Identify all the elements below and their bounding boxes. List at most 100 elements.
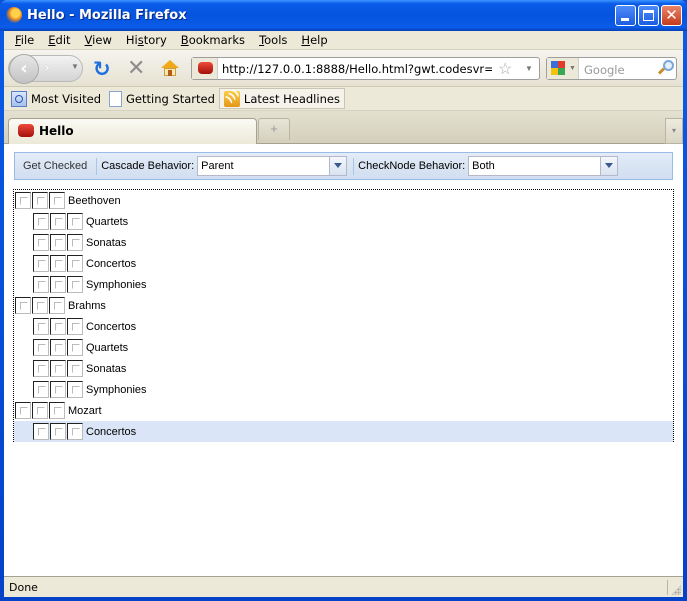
menu-file[interactable]: File — [8, 33, 41, 47]
node-checkbox[interactable] — [50, 255, 66, 272]
node-checkbox[interactable] — [32, 402, 48, 419]
node-checkbox[interactable] — [50, 318, 66, 335]
tree-node-genre[interactable]: Symphonies — [14, 379, 673, 400]
tree-node-composer[interactable]: Beethoven — [14, 190, 673, 211]
node-checkbox[interactable] — [32, 192, 48, 209]
node-checkbox[interactable] — [33, 339, 49, 356]
tree-node-genre[interactable]: Sonatas — [14, 358, 673, 379]
node-checkbox[interactable] — [33, 423, 49, 440]
chevron-down-icon: ▼ — [569, 65, 576, 72]
tree-node-genre[interactable]: Concertos — [14, 316, 673, 337]
bookmark-most-visited[interactable]: Most Visited — [7, 88, 105, 109]
tree-node-genre[interactable]: Symphonies — [14, 274, 673, 295]
toolbar-separator — [353, 157, 355, 175]
node-checkbox[interactable] — [50, 360, 66, 377]
tree-node-genre[interactable]: Quartets — [14, 337, 673, 358]
list-all-tabs-button[interactable]: ▾ — [665, 118, 683, 144]
url-bar[interactable]: http://127.0.0.1:8888/Hello.html?gwt.cod… — [191, 57, 540, 80]
bookmark-getting-started[interactable]: Getting Started — [105, 88, 219, 109]
node-checkbox[interactable] — [67, 423, 83, 440]
menu-tools[interactable]: Tools — [252, 33, 294, 47]
bookmark-latest-headlines[interactable]: Latest Headlines — [218, 88, 345, 109]
window-title: Hello - Mozilla Firefox — [27, 8, 187, 23]
menu-edit[interactable]: Edit — [41, 33, 77, 47]
node-label: Symphonies — [86, 383, 147, 396]
node-checkbox[interactable] — [33, 360, 49, 377]
node-checkbox[interactable] — [33, 213, 49, 230]
tree-node-genre[interactable]: Concertos — [14, 253, 673, 274]
title-bar[interactable]: Hello - Mozilla Firefox ✕ — [0, 0, 687, 31]
node-checkbox[interactable] — [50, 276, 66, 293]
node-label: Quartets — [86, 215, 129, 228]
node-checkbox[interactable] — [33, 255, 49, 272]
node-label: Brahms — [68, 299, 106, 312]
search-engine-button[interactable]: ▼ — [547, 58, 579, 79]
history-dropdown-button[interactable]: ▼ — [71, 62, 79, 71]
node-checkbox[interactable] — [33, 276, 49, 293]
tab-hello[interactable]: Hello — [8, 118, 257, 144]
menu-history[interactable]: History — [119, 33, 174, 47]
node-checkbox[interactable] — [33, 234, 49, 251]
node-checkbox[interactable] — [33, 318, 49, 335]
minimize-button[interactable] — [615, 5, 636, 26]
menu-help[interactable]: Help — [294, 33, 334, 47]
checkbox-tree: Beethoven Quartets Sonatas Concertos Symphon… — [13, 189, 674, 442]
node-label: Quartets — [86, 341, 129, 354]
search-input[interactable]: Google — [584, 63, 625, 77]
back-button[interactable]: ‹ — [9, 54, 39, 84]
maximize-button[interactable] — [638, 5, 659, 26]
node-checkbox[interactable] — [49, 192, 65, 209]
tree-node-genre[interactable]: Sonatas — [14, 232, 673, 253]
new-tab-button[interactable]: + — [258, 118, 290, 140]
home-button[interactable] — [161, 60, 179, 76]
site-identity-button[interactable] — [192, 58, 218, 79]
node-checkbox[interactable] — [67, 381, 83, 398]
node-checkbox[interactable] — [67, 213, 83, 230]
tree-node-composer[interactable]: Mozart — [14, 400, 673, 421]
node-label: Sonatas — [86, 236, 127, 249]
chevron-down-icon[interactable] — [600, 157, 618, 175]
chevron-down-icon[interactable] — [329, 157, 347, 175]
node-checkbox[interactable] — [67, 318, 83, 335]
node-checkbox[interactable] — [67, 276, 83, 293]
node-checkbox[interactable] — [15, 192, 31, 209]
tree-node-composer[interactable]: Brahms — [14, 295, 673, 316]
reload-button[interactable]: ↻ — [93, 57, 111, 81]
node-checkbox[interactable] — [67, 255, 83, 272]
url-dropdown-button[interactable]: ▼ — [525, 64, 533, 73]
node-checkbox[interactable] — [32, 297, 48, 314]
url-input[interactable]: http://127.0.0.1:8888/Hello.html?gwt.cod… — [222, 62, 492, 76]
node-checkbox[interactable] — [50, 213, 66, 230]
get-checked-button[interactable]: Get Checked — [15, 160, 95, 172]
resize-grip[interactable] — [671, 585, 681, 595]
stop-button[interactable]: ✕ — [127, 56, 145, 81]
node-checkbox[interactable] — [50, 423, 66, 440]
node-checkbox[interactable] — [15, 402, 31, 419]
checknode-behavior-select[interactable]: Both — [468, 156, 619, 176]
menu-view[interactable]: View — [78, 33, 119, 47]
close-button[interactable]: ✕ — [661, 5, 682, 26]
node-checkbox[interactable] — [49, 297, 65, 314]
node-checkbox[interactable] — [50, 339, 66, 356]
node-checkbox[interactable] — [50, 381, 66, 398]
node-checkbox[interactable] — [49, 402, 65, 419]
tree-node-genre[interactable]: Quartets — [14, 211, 673, 232]
cascade-behavior-label: Cascade Behavior: — [101, 160, 195, 172]
forward-button[interactable]: › — [44, 60, 50, 76]
minimize-icon — [621, 18, 629, 21]
node-checkbox[interactable] — [67, 234, 83, 251]
cascade-behavior-select[interactable]: Parent — [197, 156, 348, 176]
node-label: Symphonies — [86, 278, 147, 291]
node-checkbox[interactable] — [33, 381, 49, 398]
node-checkbox[interactable] — [15, 297, 31, 314]
menu-bookmarks[interactable]: Bookmarks — [174, 33, 252, 47]
star-icon[interactable]: ☆ — [498, 59, 512, 79]
search-bar[interactable]: ▼ Google — [546, 57, 677, 80]
tree-node-genre[interactable]: Concertos — [14, 421, 673, 442]
gwt-toolbox-icon — [198, 62, 213, 74]
node-checkbox[interactable] — [67, 360, 83, 377]
node-checkbox[interactable] — [50, 234, 66, 251]
checknode-behavior-value: Both — [472, 160, 495, 172]
node-checkbox[interactable] — [67, 339, 83, 356]
magnifier-icon[interactable] — [657, 60, 674, 76]
